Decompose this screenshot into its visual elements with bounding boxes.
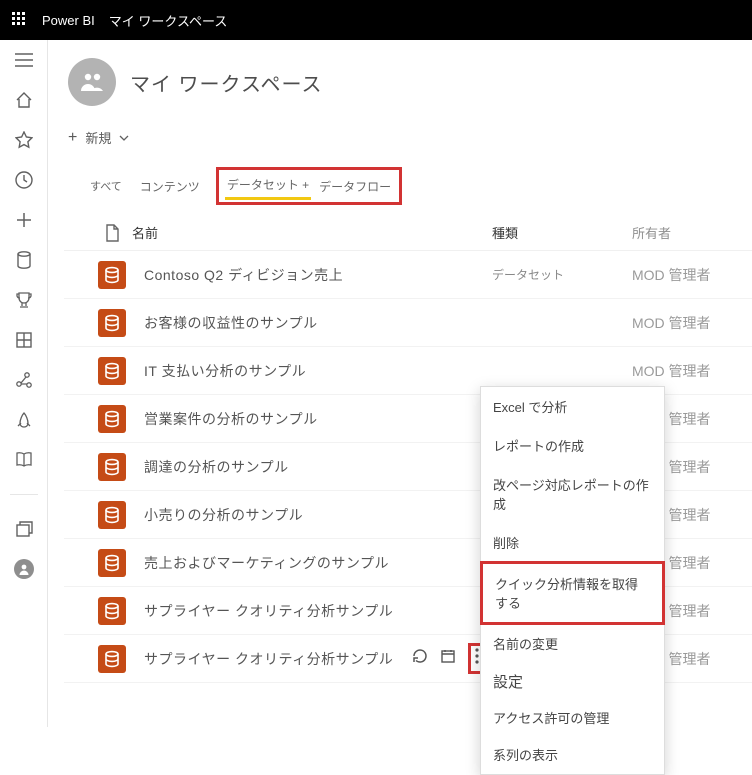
trophy-icon[interactable] [14,290,34,310]
menu-create-report[interactable]: レポートの作成 [481,426,664,465]
row-owner: MOD 管理者 [632,313,752,333]
row-actions [412,643,486,674]
main-content: マイ ワークスペース + 新規 すべて コンテンツ データセット + データフロ… [48,40,752,727]
topbar: Power BI マイ ワークスペース [0,0,752,40]
new-label: 新規 [85,128,111,147]
context-menu: Excel で分析 レポートの作成 改ページ対応レポートの作成 削除 クイック分… [480,386,665,775]
row-name[interactable]: 調達の分析のサンプル [132,457,492,477]
brand-label: Power BI [42,13,95,28]
file-icon [92,224,132,242]
apps-icon[interactable] [14,330,34,350]
hamburger-icon[interactable] [14,50,34,70]
menu-lineage[interactable]: 系列の表示 [481,735,664,774]
dataset-icon [98,597,126,625]
menu-delete[interactable]: 削除 [481,523,664,562]
workspace-title: マイ ワークスペース [130,68,323,97]
row-name[interactable]: お客様の収益性のサンプル [132,313,492,333]
home-icon[interactable] [14,90,34,110]
deploy-icon[interactable] [14,410,34,430]
column-headers: 名前 種類 所有者 [64,213,752,251]
topbar-workspace-label: マイ ワークスペース [109,11,228,30]
tab-content[interactable]: コンテンツ [138,174,202,199]
row-owner: MOD 管理者 [632,265,752,285]
app-launcher-icon[interactable] [12,12,28,28]
column-owner[interactable]: 所有者 [632,223,752,242]
workspace-header: マイ ワークスペース [64,40,752,120]
dataset-icon [98,645,126,673]
refresh-icon[interactable] [412,648,428,669]
dataset-icon [98,405,126,433]
avatar-icon[interactable] [14,559,34,579]
menu-create-paginated[interactable]: 改ページ対応レポートの作成 [481,465,664,523]
clock-icon[interactable] [14,170,34,190]
row-name[interactable]: サプライヤー クオリティ分析サンプル [132,649,412,669]
tabs: すべて コンテンツ データセット + データフロー [64,167,752,213]
row-name[interactable]: IT 支払い分析のサンプル [132,361,492,381]
book-icon[interactable] [14,450,34,470]
row-owner: MOD 管理者 [632,361,752,381]
sidebar-divider [10,494,38,495]
schedule-icon[interactable] [440,648,456,669]
workspace-avatar-icon [68,58,116,106]
row-name[interactable]: 売上およびマーケティングのサンプル [132,553,492,573]
row-name[interactable]: 小売りの分析のサンプル [132,505,492,525]
star-icon[interactable] [14,130,34,150]
dataset-icon [98,309,126,337]
tab-datasets[interactable]: データセット + [225,172,311,200]
dataset-icon [98,453,126,481]
menu-analyze-excel[interactable]: Excel で分析 [481,387,664,426]
share-icon[interactable] [14,370,34,390]
dataset-icon [98,501,126,529]
table-row[interactable]: お客様の収益性のサンプル MOD 管理者 [64,299,752,347]
row-name[interactable]: Contoso Q2 ディビジョン売上 [132,265,492,285]
chevron-down-icon [119,135,129,141]
menu-rename[interactable]: 名前の変更 [481,624,664,663]
plus-icon: + [68,129,77,147]
row-name[interactable]: 営業案件の分析のサンプル [132,409,492,429]
menu-settings[interactable]: 設定 [481,663,664,700]
menu-permissions[interactable]: アクセス許可の管理 [481,700,664,735]
dataset-icon [98,261,126,289]
table-row[interactable]: Contoso Q2 ディビジョン売上データセットMOD 管理者 [64,251,752,299]
plus-icon[interactable] [14,210,34,230]
new-button[interactable]: + 新規 [64,120,752,167]
menu-quick-insights[interactable]: クイック分析情報を取得する [480,561,665,625]
tab-all[interactable]: すべて [88,174,124,198]
row-type: データセット [492,266,632,283]
row-name[interactable]: サプライヤー クオリティ分析サンプル [132,601,492,621]
column-type[interactable]: 種類 [492,223,632,242]
tab-dataflows[interactable]: データフロー [317,174,393,199]
database-icon[interactable] [14,250,34,270]
dataset-icon [98,357,126,385]
tab-datasets-highlight: データセット + データフロー [216,167,402,205]
workspaces-icon[interactable] [14,519,34,539]
dataset-icon [98,549,126,577]
nav-sidebar [0,40,48,727]
column-name[interactable]: 名前 [132,223,492,242]
